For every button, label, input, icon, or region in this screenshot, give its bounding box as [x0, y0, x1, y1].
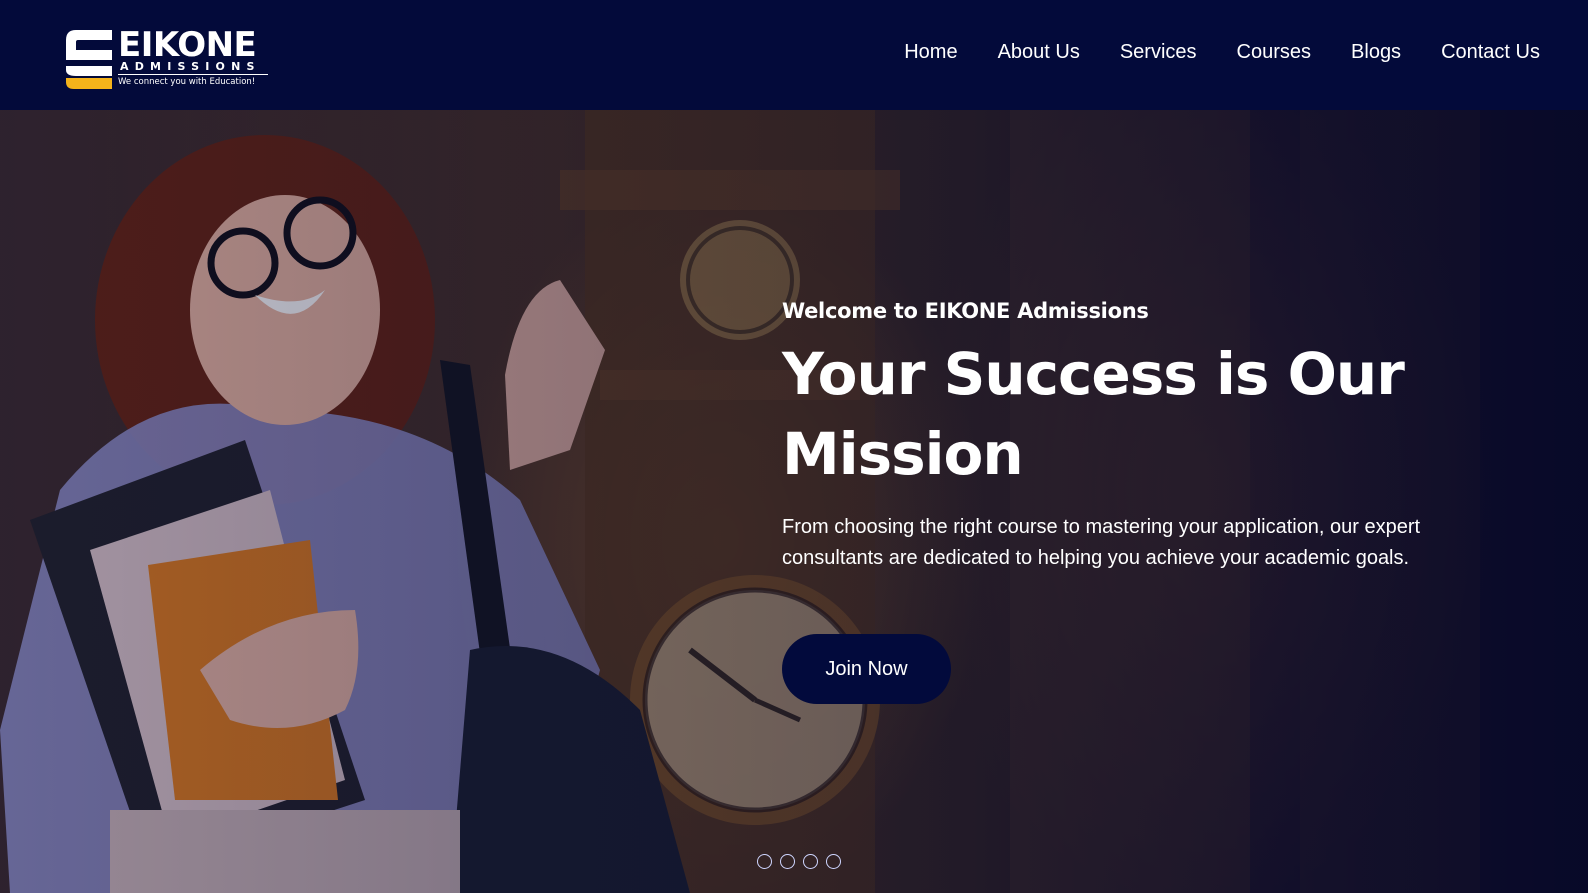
hero-description: From choosing the right course to master… — [782, 516, 1421, 569]
nav-home[interactable]: Home — [904, 38, 957, 66]
nav-courses[interactable]: Courses — [1237, 38, 1311, 66]
brand-name: EIKONE — [118, 25, 257, 65]
slide-dot-1[interactable] — [757, 854, 772, 869]
slide-dot-4[interactable] — [826, 854, 841, 869]
nav-blogs[interactable]: Blogs — [1351, 38, 1401, 66]
slide-dot-2[interactable] — [780, 854, 795, 869]
hero-content: Welcome to EIKONE Admissions Your Succes… — [782, 296, 1502, 574]
brand-divider — [118, 74, 268, 75]
main-nav: Home About Us Services Courses Blogs Con… — [904, 38, 1540, 66]
brand-tagline: We connect you with Education! — [118, 77, 256, 87]
site-header: EIKONE ADMISSIONS We connect you with Ed… — [0, 0, 1588, 110]
join-now-button[interactable]: Join Now — [782, 634, 951, 704]
slider-pagination — [757, 854, 841, 869]
logo-mark-icon — [66, 30, 112, 89]
nav-services[interactable]: Services — [1120, 38, 1197, 66]
brand-logo[interactable]: EIKONE ADMISSIONS We connect you with Ed… — [62, 26, 272, 92]
nav-contact-us[interactable]: Contact Us — [1441, 38, 1540, 66]
hero-title: Your Success is Our Mission — [782, 340, 1405, 488]
nav-about-us[interactable]: About Us — [998, 38, 1080, 66]
brand-subtitle: ADMISSIONS — [120, 60, 261, 73]
hero-eyebrow: Welcome to EIKONE Admissions — [782, 299, 1149, 323]
hero-slider: Welcome to EIKONE Admissions Your Succes… — [0, 110, 1588, 893]
slide-dot-3[interactable] — [803, 854, 818, 869]
